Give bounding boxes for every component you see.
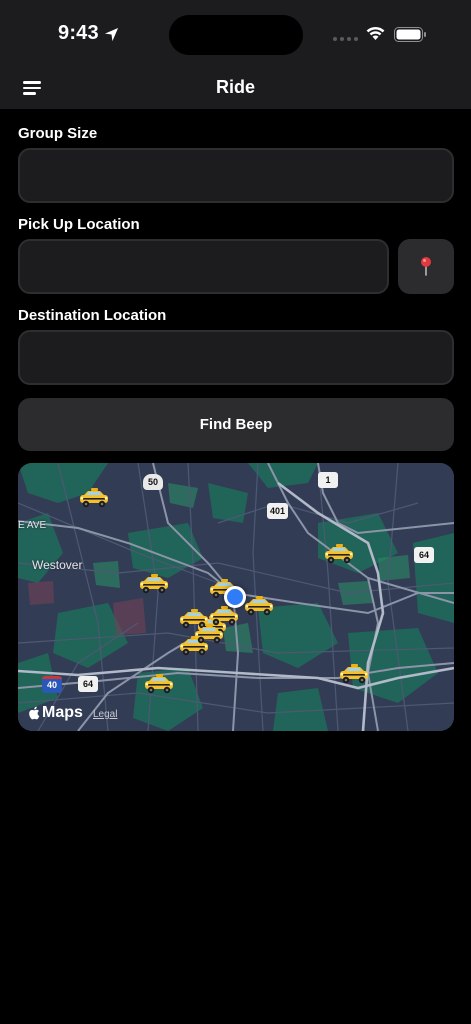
nav-bar: Ride — [0, 68, 471, 109]
taxi-marker[interactable] — [138, 573, 170, 595]
route-shield: 401 — [267, 503, 289, 519]
page-title: Ride — [215, 77, 255, 97]
interstate-shield: 40 — [42, 676, 62, 693]
status-time: 9:43 — [58, 22, 99, 44]
pickup-location-label: Pick Up Location — [18, 216, 140, 233]
cellular-signal-icon — [333, 37, 358, 41]
destination-location-field[interactable] — [18, 330, 454, 385]
route-shield: 1 — [318, 472, 338, 488]
dynamic-island — [169, 15, 303, 55]
pickup-location-field[interactable] — [18, 239, 389, 294]
taxi-marker[interactable] — [143, 673, 175, 695]
maps-attribution: Maps — [42, 704, 83, 721]
apple-maps-logo: Maps — [28, 704, 83, 722]
taxi-marker[interactable] — [78, 487, 110, 509]
battery-icon — [394, 27, 426, 42]
taxi-marker[interactable] — [323, 543, 355, 565]
route-shield: 64 — [414, 547, 434, 563]
wifi-icon — [366, 26, 385, 40]
street-label: E AVE — [18, 520, 47, 531]
taxi-marker[interactable] — [243, 595, 275, 617]
legal-link[interactable]: Legal — [93, 709, 117, 720]
map-view[interactable]: Westover E AVE 50 1 401 64 40 64 Maps Le… — [18, 463, 454, 731]
location-arrow-icon — [104, 27, 119, 42]
user-location-marker — [224, 586, 246, 608]
taxi-marker[interactable] — [193, 623, 225, 645]
place-label-westover: Westover — [32, 558, 83, 572]
group-size-label: Group Size — [18, 125, 98, 142]
apple-logo-icon — [29, 706, 40, 720]
route-shield: 64 — [78, 676, 98, 692]
round-pushpin-icon — [421, 257, 431, 276]
taxi-marker[interactable] — [338, 663, 370, 685]
route-shield: 50 — [143, 474, 163, 490]
find-beep-button[interactable]: Find Beep — [18, 398, 454, 451]
use-current-location-button[interactable] — [398, 239, 454, 294]
group-size-field[interactable] — [18, 148, 454, 203]
destination-location-label: Destination Location — [18, 307, 167, 324]
status-bar: 9:43 — [0, 0, 471, 68]
